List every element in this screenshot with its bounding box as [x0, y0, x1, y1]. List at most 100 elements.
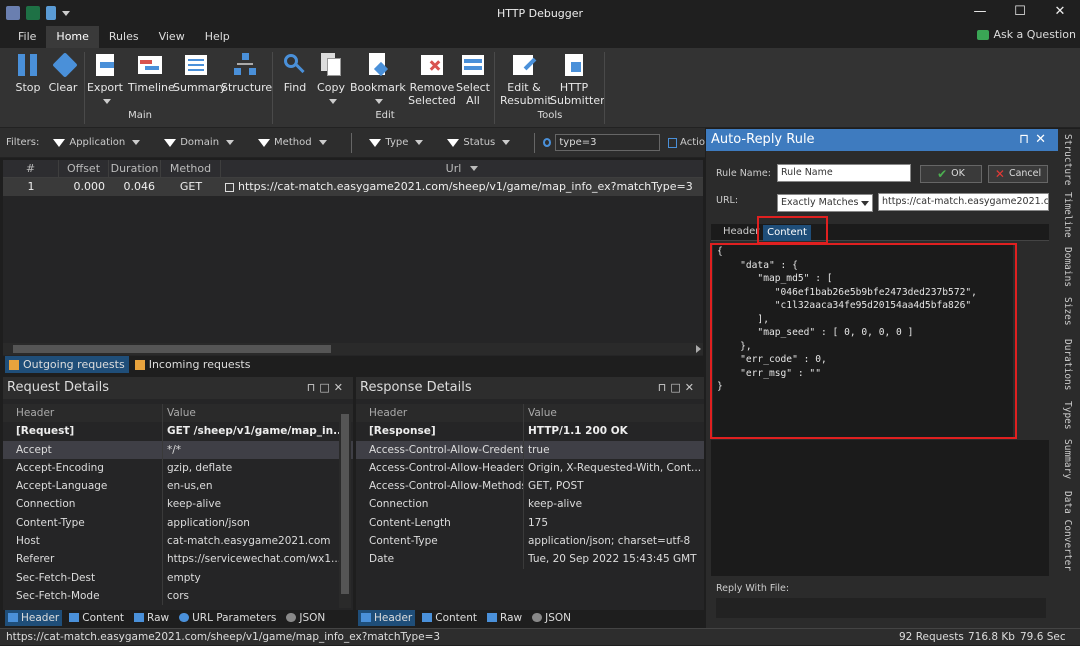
- url-input[interactable]: https://cat-match.easygame2021.com/sh: [878, 193, 1049, 211]
- list-item[interactable]: Content-Length 175: [356, 513, 704, 533]
- tab-outgoing[interactable]: Outgoing requests: [5, 356, 129, 373]
- vertical-scrollbar[interactable]: [339, 404, 351, 608]
- ok-button[interactable]: ✔ OK: [920, 165, 982, 183]
- col-url[interactable]: Url: [221, 160, 703, 177]
- list-item[interactable]: Referer https://servicewechat.com/wx1...: [3, 550, 353, 569]
- list-item[interactable]: Sec-Fetch-Mode cors: [3, 586, 353, 606]
- actions-button[interactable]: Actio: [680, 137, 705, 148]
- filter-application[interactable]: Application: [53, 137, 141, 148]
- remove-selected-button[interactable]: Remove Selected: [408, 52, 456, 107]
- filter-status[interactable]: Status: [447, 137, 511, 148]
- horizontal-scrollbar[interactable]: [3, 343, 703, 355]
- menu-rules[interactable]: Rules: [99, 26, 149, 48]
- ribbon-separator: [84, 52, 85, 124]
- menu-home[interactable]: Home: [46, 26, 99, 48]
- side-tab-types[interactable]: Types: [1062, 401, 1073, 430]
- tab-incoming[interactable]: Incoming requests: [131, 356, 255, 373]
- tab-raw[interactable]: Raw: [484, 610, 525, 626]
- excel-icon[interactable]: [26, 6, 40, 20]
- filter-method[interactable]: Method: [258, 137, 327, 148]
- match-type-select[interactable]: Exactly Matches: [777, 194, 873, 212]
- tab-raw[interactable]: Raw: [131, 610, 172, 626]
- side-tab-structure[interactable]: Structure: [1062, 134, 1073, 185]
- list-item[interactable]: Accept-Language en-us,en: [3, 477, 353, 496]
- tab-rule-header[interactable]: Header: [723, 226, 759, 237]
- brush-icon[interactable]: [46, 6, 56, 20]
- menu-view[interactable]: View: [149, 26, 195, 48]
- summary-button[interactable]: Summary: [173, 52, 226, 94]
- minimize-button[interactable]: —: [960, 0, 1000, 26]
- content-editor-area[interactable]: [711, 440, 1049, 576]
- list-item[interactable]: Access-Control-Allow-Methods GET, POST: [356, 477, 704, 496]
- tab-url-parameters[interactable]: URL Parameters: [176, 610, 279, 626]
- cancel-button[interactable]: ✕ Cancel: [988, 165, 1048, 183]
- list-item[interactable]: Date Tue, 20 Sep 2022 15:43:45 GMT: [356, 550, 704, 569]
- side-tab-summary[interactable]: Summary: [1062, 439, 1073, 479]
- col-offset[interactable]: Offset: [59, 160, 109, 177]
- rule-name-input[interactable]: Rule Name: [777, 164, 911, 182]
- raw-icon: [134, 613, 144, 622]
- menu-help[interactable]: Help: [195, 26, 240, 48]
- select-all-button[interactable]: Select All: [456, 52, 490, 107]
- scrollbar-thumb[interactable]: [341, 414, 349, 594]
- list-item[interactable]: Host cat-match.easygame2021.com: [3, 532, 353, 551]
- list-item[interactable]: Accept-Encoding gzip, deflate: [3, 458, 353, 478]
- tab-header[interactable]: Header: [358, 609, 416, 626]
- tab-content[interactable]: Content: [66, 610, 127, 626]
- dropdown-icon[interactable]: [62, 11, 70, 16]
- structure-button[interactable]: Structure: [221, 52, 272, 94]
- search-icon: [543, 138, 552, 147]
- http-submitter-button[interactable]: HTTP Submitter: [550, 52, 605, 107]
- ask-question-link[interactable]: Ask a Question: [977, 28, 1076, 41]
- side-tab-domains[interactable]: Domains: [1062, 247, 1073, 287]
- side-tab-data-converter[interactable]: Data Converter: [1062, 491, 1073, 571]
- bookmark-button[interactable]: Bookmark: [350, 52, 406, 107]
- list-item[interactable]: Sec-Fetch-Dest empty: [3, 568, 353, 587]
- check-icon: ✔: [937, 167, 948, 181]
- close-button[interactable]: ✕: [1040, 0, 1080, 26]
- export-button[interactable]: Export: [86, 52, 124, 107]
- list-item[interactable]: Connection keep-alive: [3, 495, 353, 514]
- list-item[interactable]: Connection keep-alive: [356, 495, 704, 514]
- filter-type[interactable]: Type: [369, 137, 424, 148]
- edit-resubmit-icon: [511, 52, 537, 78]
- list-item[interactable]: Content-Type application/json; charset=ut…: [356, 532, 704, 551]
- col-duration[interactable]: Duration: [109, 160, 161, 177]
- tab-content[interactable]: Content: [419, 610, 480, 626]
- menu-file[interactable]: File: [8, 26, 46, 48]
- panel-controls[interactable]: ⊓✕: [1019, 129, 1052, 151]
- timeline-button[interactable]: Timeline: [128, 52, 175, 94]
- side-tab-sizes[interactable]: Sizes: [1062, 297, 1073, 326]
- scroll-right-icon[interactable]: [696, 345, 701, 353]
- table-row[interactable]: 1 0.000 0.046 GET https://cat-match.easy…: [3, 178, 703, 196]
- col-num[interactable]: #: [3, 160, 59, 177]
- tab-json[interactable]: JSON: [283, 610, 328, 626]
- list-item[interactable]: Access-Control-Allow-Headers Origin, X-Re…: [356, 458, 704, 478]
- panel-controls[interactable]: ⊓□✕: [658, 377, 698, 399]
- filter-domain[interactable]: Domain: [164, 137, 235, 148]
- edit-resubmit-button[interactable]: Edit & Resubmit: [500, 52, 552, 107]
- reply-file-input[interactable]: [716, 598, 1046, 618]
- side-tab-timeline[interactable]: Timeline: [1062, 192, 1073, 238]
- panel-controls[interactable]: ⊓□✕: [307, 377, 347, 399]
- col-method[interactable]: Method: [161, 160, 221, 177]
- panel-title: Auto-Reply Rule ⊓✕: [706, 129, 1058, 151]
- app-icon: [6, 6, 20, 20]
- tab-json[interactable]: JSON: [529, 610, 574, 626]
- panel-title: Request Details ⊓□✕: [3, 377, 353, 399]
- scrollbar-thumb[interactable]: [13, 345, 331, 353]
- summary-icon: [183, 52, 209, 78]
- side-tab-durations[interactable]: Durations: [1062, 339, 1073, 390]
- list-item[interactable]: [Request] GET /sheep/v1/game/map_in...: [3, 422, 353, 441]
- maximize-button[interactable]: ☐: [1000, 0, 1040, 26]
- search-input[interactable]: type=3: [555, 134, 661, 151]
- list-item[interactable]: Access-Control-Allow-Credentialstrue: [356, 440, 704, 459]
- find-button[interactable]: Find: [280, 52, 310, 94]
- stop-button[interactable]: Stop: [14, 52, 42, 94]
- list-item[interactable]: Content-Type application/json: [3, 513, 353, 533]
- clear-button[interactable]: Clear: [48, 52, 78, 94]
- tab-header[interactable]: Header: [5, 609, 63, 626]
- list-item[interactable]: Accept */*: [3, 440, 353, 459]
- list-item[interactable]: [Response] HTTP/1.1 200 OK: [356, 422, 704, 441]
- copy-button[interactable]: Copy: [316, 52, 346, 107]
